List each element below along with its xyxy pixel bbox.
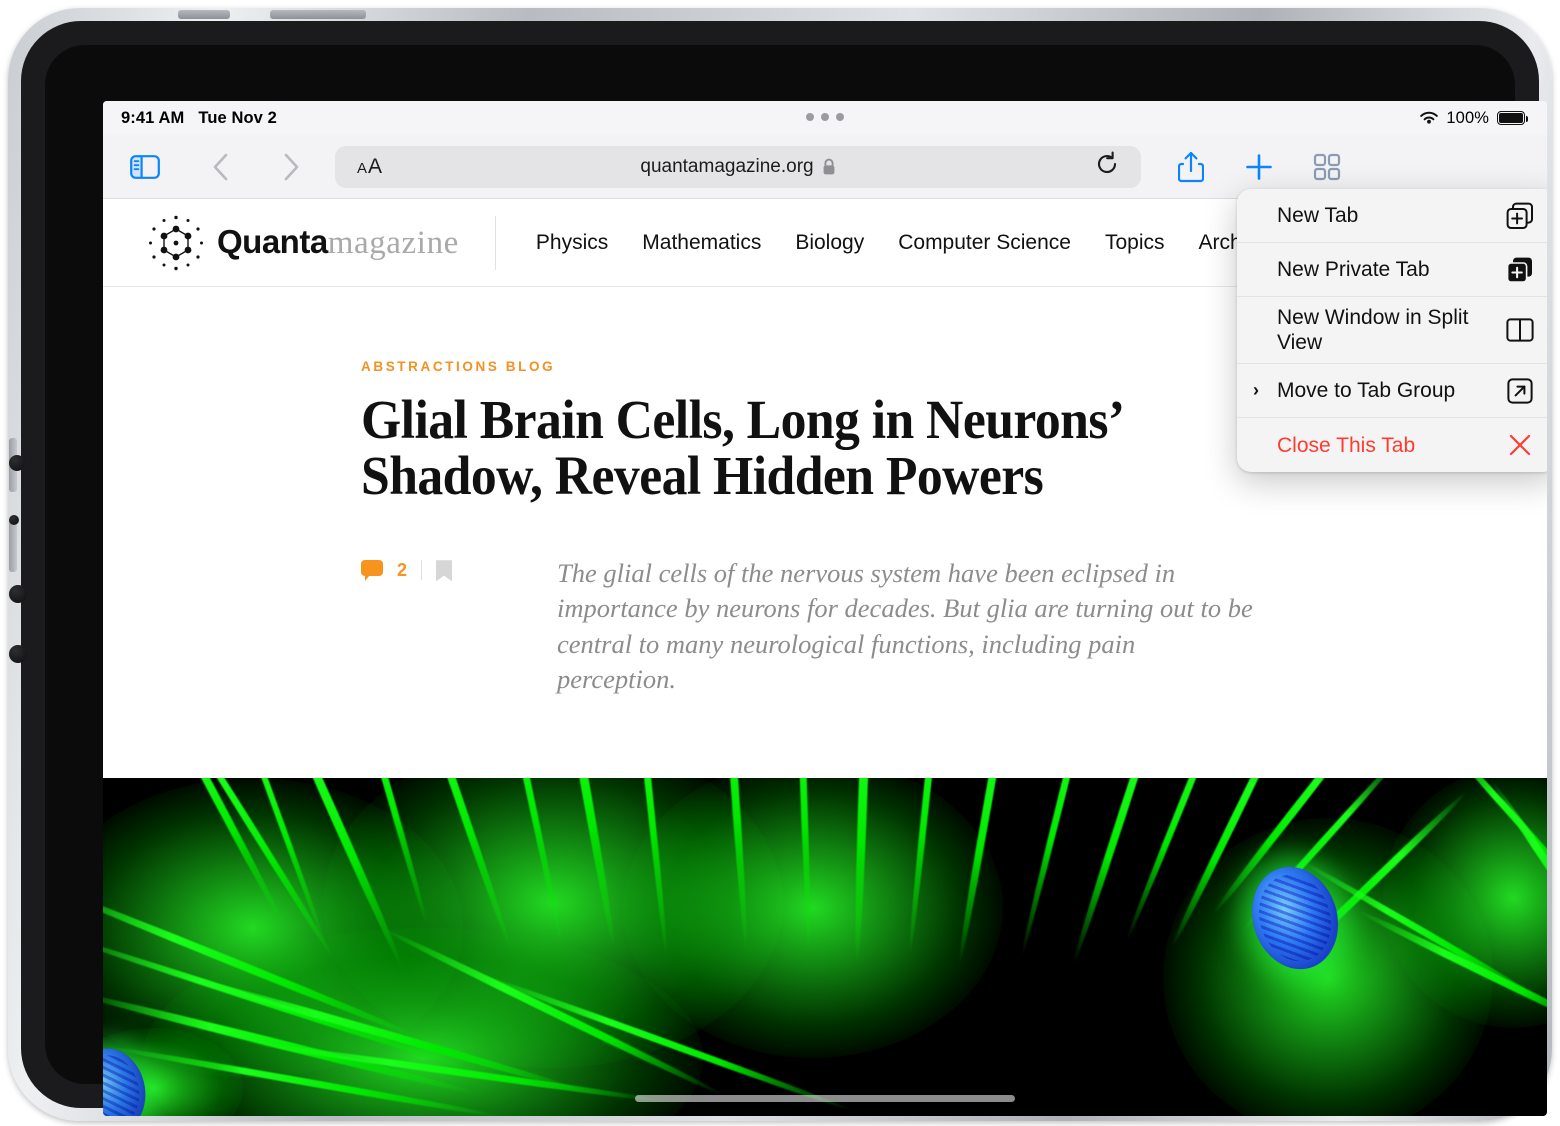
aa-small-label: A: [357, 159, 368, 177]
article-meta-row: 2 The glial cells of the nervous system …: [361, 556, 1547, 697]
meta-divider: [421, 560, 423, 581]
nav-item-biology[interactable]: Biology: [795, 231, 864, 255]
screenshot-stage: 9:41 AM Tue Nov 2 100% A A quantamagazin…: [0, 0, 1560, 1126]
quanta-logo[interactable]: Quantamagazine: [145, 212, 459, 274]
ios-status-bar: 9:41 AM Tue Nov 2 100%: [103, 101, 1547, 135]
address-bar[interactable]: A A quantamagazine.org: [335, 145, 1141, 188]
split-view-icon: [1505, 318, 1535, 342]
menu-item-close-this-tab[interactable]: Close This Tab: [1237, 418, 1547, 472]
menu-item-new-window-split-view-label: New Window in Split View: [1277, 306, 1469, 355]
device-dot-b: [9, 515, 19, 525]
device-volume-down-button: [9, 518, 17, 572]
menu-item-new-tab-label: New Tab: [1277, 203, 1359, 227]
aa-large-label: A: [368, 154, 383, 178]
battery-percent-label: 100%: [1446, 108, 1489, 127]
bookmark-icon[interactable]: [436, 560, 453, 582]
article-deck: The glial cells of the nervous system ha…: [557, 558, 1253, 694]
multitasking-dots-icon[interactable]: [806, 113, 844, 121]
text-size-button[interactable]: A A: [357, 155, 382, 179]
tab-overview-grid-icon[interactable]: [1305, 147, 1349, 187]
device-inner-shell: 9:41 AM Tue Nov 2 100% A A quantamagazin…: [9, 21, 1547, 1116]
logo-magazine-text: magazine: [327, 225, 459, 261]
plus-icon[interactable]: [1237, 147, 1281, 187]
article-headline: Glial Brain Cells, Long in Neurons’ Shad…: [361, 389, 1121, 507]
logo-quanta-text: Quanta: [217, 223, 328, 260]
url-text: quantamagazine.org: [640, 155, 814, 177]
device-dot-c: [9, 585, 27, 603]
menu-item-new-private-tab-label: New Private Tab: [1277, 257, 1430, 281]
wifi-icon: [1420, 111, 1439, 124]
status-date: Tue Nov 2: [198, 108, 277, 127]
logo-wordmark: Quantamagazine: [217, 223, 459, 262]
device-bezel: 9:41 AM Tue Nov 2 100% A A quantamagazin…: [9, 45, 1547, 1116]
header-divider: [494, 215, 496, 270]
device-top-button-1: [178, 10, 230, 19]
battery-full-icon: [1497, 111, 1529, 125]
menu-item-close-this-tab-label: Close This Tab: [1277, 433, 1416, 457]
article-meta-actions: 2: [361, 556, 557, 697]
ipad-screen: 9:41 AM Tue Nov 2 100% A A quantamagazin…: [103, 101, 1547, 1116]
ipad-device-frame: 9:41 AM Tue Nov 2 100% A A quantamagazin…: [8, 8, 1552, 1121]
chevron-right-icon: ›: [1253, 380, 1259, 401]
menu-item-new-private-tab[interactable]: New Private Tab: [1237, 243, 1547, 297]
new-tab-icon: [1505, 202, 1535, 230]
menu-item-new-tab[interactable]: New Tab: [1237, 189, 1547, 243]
status-bar-left: 9:41 AM Tue Nov 2: [121, 109, 277, 128]
status-bar-right: 100%: [1418, 108, 1529, 128]
new-private-tab-icon: [1505, 256, 1535, 284]
menu-item-new-window-split-view[interactable]: New Window in Split View: [1237, 297, 1547, 365]
comment-bubble-icon[interactable]: [361, 560, 383, 582]
toolbar-right-actions: [1169, 147, 1349, 187]
nav-item-topics[interactable]: Topics: [1105, 231, 1165, 255]
quanta-molecule-icon: [149, 215, 203, 270]
device-top-button-2: [270, 10, 366, 19]
reload-icon[interactable]: [1095, 151, 1119, 182]
share-icon[interactable]: [1169, 147, 1213, 187]
comment-count: 2: [397, 560, 408, 581]
menu-item-move-to-tab-group-label: Move to Tab Group: [1277, 379, 1456, 403]
move-to-tab-group-icon: [1505, 378, 1535, 404]
close-x-icon: [1505, 432, 1535, 458]
menu-item-move-to-tab-group[interactable]: › Move to Tab Group: [1237, 364, 1547, 419]
device-dot-a: [9, 455, 25, 471]
lock-icon: [823, 158, 835, 174]
chevron-right-icon[interactable]: [269, 147, 313, 187]
site-navigation: Physics Mathematics Biology Computer Sci…: [536, 231, 1269, 255]
article-hero-image: [103, 778, 1547, 1116]
nav-item-mathematics[interactable]: Mathematics: [642, 231, 761, 255]
device-dot-d: [9, 645, 27, 663]
nav-item-physics[interactable]: Physics: [536, 231, 608, 255]
sidebar-toggle-icon[interactable]: [123, 147, 167, 187]
tab-context-menu: New Tab New Private Tab New Window in Sp…: [1237, 189, 1547, 473]
status-time: 9:41 AM: [121, 108, 185, 127]
url-display[interactable]: quantamagazine.org: [640, 156, 835, 178]
home-indicator[interactable]: [635, 1095, 1015, 1102]
chevron-left-icon[interactable]: [199, 147, 243, 187]
nav-item-computer-science[interactable]: Computer Science: [898, 231, 1071, 255]
